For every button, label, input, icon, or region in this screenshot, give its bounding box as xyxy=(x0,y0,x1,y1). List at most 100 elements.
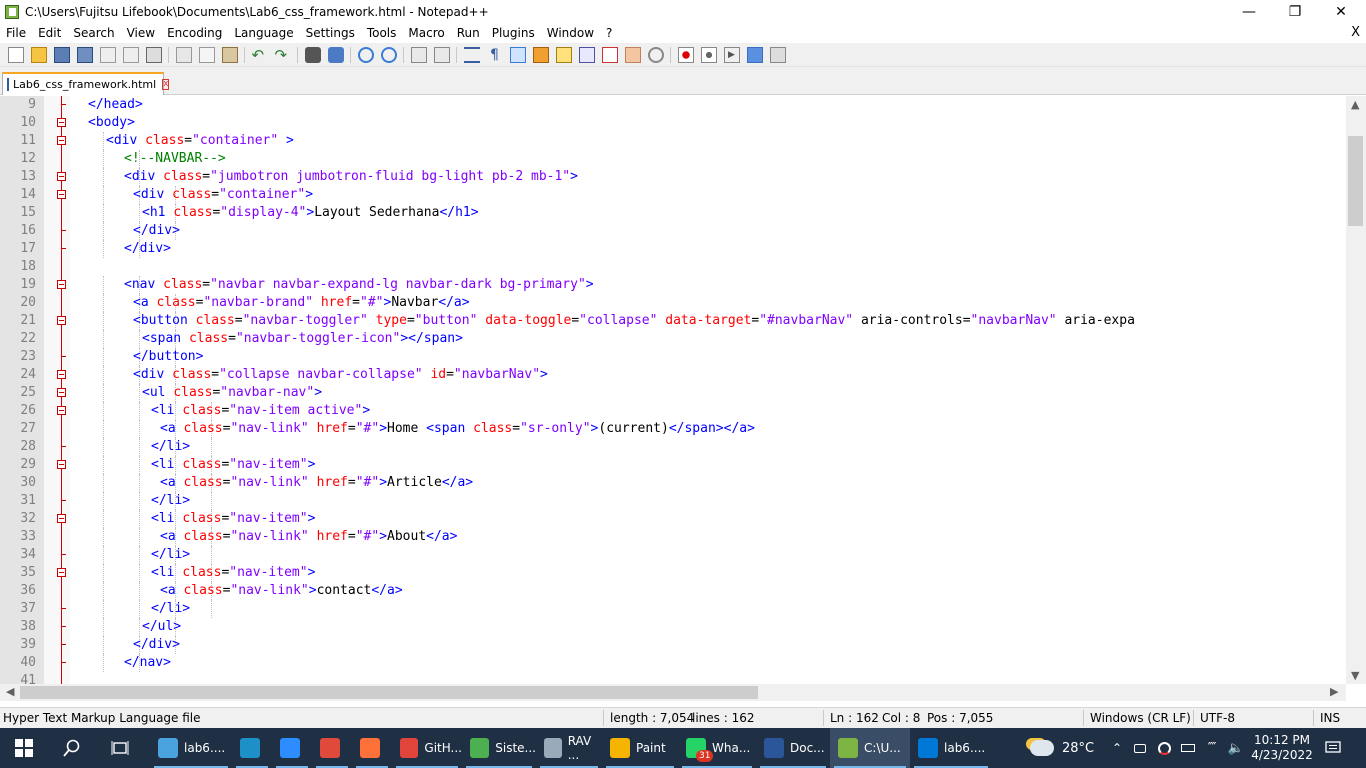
fold-toggle-icon[interactable] xyxy=(57,172,66,181)
horizontal-scroll-thumb[interactable] xyxy=(20,686,758,699)
line-ending[interactable]: Windows (CR LF) xyxy=(1090,711,1191,725)
taskbar-app-word[interactable]: Doc... xyxy=(756,728,830,768)
vertical-scrollbar[interactable]: ▲ ▼ xyxy=(1346,96,1366,684)
taskbar-app-rav[interactable]: RAV ... xyxy=(536,728,602,768)
tab-lab6-css-framework[interactable]: Lab6_css_framework.html x xyxy=(2,72,170,95)
find-icon[interactable] xyxy=(304,46,321,63)
undo-icon[interactable]: ↶ xyxy=(252,47,268,63)
taskbar-app-edge[interactable] xyxy=(232,728,272,768)
scroll-right-icon[interactable]: ▶ xyxy=(1330,685,1338,698)
menu-file[interactable]: File xyxy=(0,23,32,43)
sync-vertical-icon[interactable] xyxy=(410,46,427,63)
close-icon[interactable] xyxy=(99,46,116,63)
vertical-scroll-thumb[interactable] xyxy=(1348,136,1363,226)
weather-widget[interactable]: 28°C xyxy=(1030,728,1102,768)
zoom-out-icon[interactable] xyxy=(380,46,397,63)
scroll-up-icon[interactable]: ▲ xyxy=(1351,98,1359,111)
cut-icon[interactable] xyxy=(175,46,192,63)
stop-macro-icon[interactable] xyxy=(700,46,717,63)
taskbar-app-chrome[interactable] xyxy=(312,728,352,768)
code-line[interactable]: 15 <h1 class="display-4">Layout Sederhana… xyxy=(0,204,1346,222)
fold-toggle-icon[interactable] xyxy=(57,406,66,415)
play-macro-multiple-icon[interactable] xyxy=(746,46,763,63)
user-defined-language-icon[interactable] xyxy=(532,46,549,63)
taskbar-app-firefox[interactable] xyxy=(352,728,392,768)
fold-toggle-icon[interactable] xyxy=(57,316,66,325)
save-icon[interactable] xyxy=(53,46,70,63)
maximize-button[interactable]: ❐ xyxy=(1272,0,1318,23)
menu-macro[interactable]: Macro xyxy=(402,23,450,43)
menu-tools[interactable]: Tools xyxy=(361,23,403,43)
scroll-left-icon[interactable]: ◀ xyxy=(6,685,14,698)
taskbar-app-file[interactable]: lab6.... xyxy=(150,728,232,768)
code-line[interactable]: 29 <li class="nav-item"> xyxy=(0,456,1346,474)
folder-icon[interactable] xyxy=(624,46,641,63)
menu-view[interactable]: View xyxy=(121,23,161,43)
show-hidden-icons-icon[interactable]: ⌃ xyxy=(1108,728,1126,768)
folder-as-workspace-icon[interactable] xyxy=(601,46,618,63)
code-line[interactable]: 13 <div class="jumbotron jumbotron-fluid … xyxy=(0,168,1346,186)
code-line[interactable]: 41 xyxy=(0,672,1346,684)
taskbar-app-photos[interactable]: lab6.... xyxy=(910,728,992,768)
code-line[interactable]: 10 <body> xyxy=(0,114,1346,132)
menu-settings[interactable]: Settings xyxy=(300,23,361,43)
code-line[interactable]: 35 <li class="nav-item"> xyxy=(0,564,1346,582)
insert-mode[interactable]: INS xyxy=(1320,711,1340,725)
code-line[interactable]: 36 <a class="nav-link">contact</a> xyxy=(0,582,1346,600)
code-line[interactable]: 21 <button class="navbar-toggler" type="b… xyxy=(0,312,1346,330)
file-encoding[interactable]: UTF-8 xyxy=(1200,711,1235,725)
code-line[interactable]: 38 </ul> xyxy=(0,618,1346,636)
print-icon[interactable] xyxy=(145,46,162,63)
start-button[interactable] xyxy=(0,728,48,768)
code-line[interactable]: 19 <nav class="navbar navbar-expand-lg na… xyxy=(0,276,1346,294)
system-clock[interactable]: 10:12 PM 4/23/2022 xyxy=(1248,728,1316,768)
paste-icon[interactable] xyxy=(221,46,238,63)
code-line[interactable]: 14 <div class="container"> xyxy=(0,186,1346,204)
close-all-icon[interactable] xyxy=(122,46,139,63)
replace-icon[interactable] xyxy=(327,46,344,63)
zoom-in-icon[interactable] xyxy=(357,46,374,63)
save-macro-icon[interactable] xyxy=(769,46,786,63)
indent-guide-icon[interactable] xyxy=(509,46,526,63)
sync-horizontal-icon[interactable] xyxy=(433,46,450,63)
new-file-icon[interactable] xyxy=(7,46,24,63)
open-file-icon[interactable] xyxy=(30,46,47,63)
menu-encoding[interactable]: Encoding xyxy=(161,23,228,43)
code-line[interactable]: 33 <a class="nav-link" href="#">About</a> xyxy=(0,528,1346,546)
word-wrap-icon[interactable] xyxy=(463,46,480,63)
fold-toggle-icon[interactable] xyxy=(57,370,66,379)
menu-edit[interactable]: Edit xyxy=(32,23,67,43)
code-editor[interactable]: 9 </head> 10 <body> 11 <div class="container"… xyxy=(0,96,1346,684)
menu-language[interactable]: Language xyxy=(228,23,299,43)
taskbar-app-chrome-profile[interactable]: Siste... xyxy=(462,728,536,768)
code-line[interactable]: 34 </li> xyxy=(0,546,1346,564)
record-macro-icon[interactable] xyxy=(677,46,694,63)
meet-now-icon[interactable] xyxy=(1130,728,1150,768)
fold-toggle-icon[interactable] xyxy=(57,388,66,397)
code-line[interactable]: 31 </li> xyxy=(0,492,1346,510)
document-map-icon[interactable] xyxy=(555,46,572,63)
code-line[interactable]: 30 <a class="nav-link" href="#">Article</… xyxy=(0,474,1346,492)
save-all-icon[interactable] xyxy=(76,46,93,63)
menu-help[interactable]: ? xyxy=(600,23,618,43)
task-view-button[interactable] xyxy=(96,728,144,768)
fold-toggle-icon[interactable] xyxy=(57,460,66,469)
code-line[interactable]: 11 <div class="container" > xyxy=(0,132,1346,150)
fold-toggle-icon[interactable] xyxy=(57,280,66,289)
fold-toggle-icon[interactable] xyxy=(57,136,66,145)
function-list-icon[interactable] xyxy=(578,46,595,63)
copy-icon[interactable] xyxy=(198,46,215,63)
code-line[interactable]: 24 <div class="collapse navbar-collapse" … xyxy=(0,366,1346,384)
taskbar-app-paint[interactable]: Paint xyxy=(602,728,678,768)
fold-toggle-icon[interactable] xyxy=(57,568,66,577)
wifi-icon[interactable]: ⁗ xyxy=(1202,728,1222,768)
menu-run[interactable]: Run xyxy=(451,23,486,43)
code-line[interactable]: 28 </li> xyxy=(0,438,1346,456)
fold-toggle-icon[interactable] xyxy=(57,118,66,127)
code-line[interactable]: 9 </head> xyxy=(0,96,1346,114)
fold-toggle-icon[interactable] xyxy=(57,514,66,523)
minimize-button[interactable]: — xyxy=(1226,0,1272,23)
scroll-down-icon[interactable]: ▼ xyxy=(1351,669,1359,682)
taskbar-app-notepadpp[interactable]: C:\U... xyxy=(830,728,910,768)
show-all-characters-icon[interactable]: ¶ xyxy=(487,47,503,63)
